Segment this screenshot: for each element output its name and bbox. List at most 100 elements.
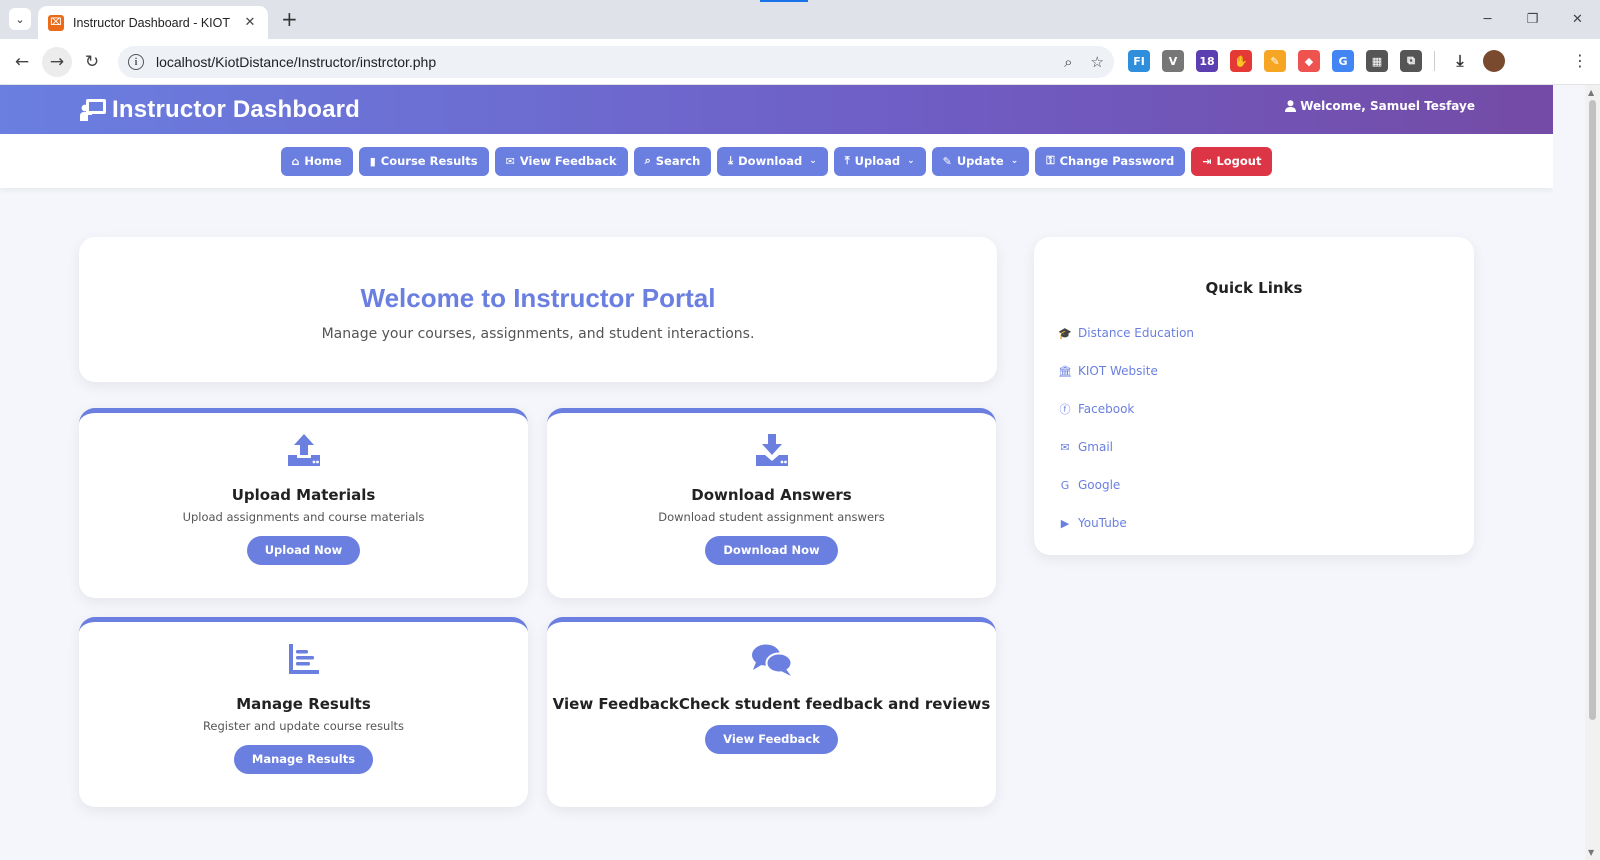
new-tab-button[interactable]: + <box>281 9 298 29</box>
download-now-button[interactable]: Download Now <box>705 536 838 565</box>
welcome-subtitle: Manage your courses, assignments, and st… <box>321 326 755 342</box>
nav-logout-button[interactable]: ⇥ Logout <box>1191 146 1273 176</box>
quick-link-distance-education[interactable]: 🎓 Distance Education <box>1058 314 1474 352</box>
gmail-icon: ✉ <box>1060 440 1070 454</box>
downloads-icon[interactable]: ⤓ <box>1449 50 1471 72</box>
window-controls: ─ ❐ ✕ <box>1465 0 1600 39</box>
extensions-row: FI V 18 ✋ ✎ ◆ G ▦ ⧉ ⤓ <box>1128 50 1517 72</box>
tab-search-button[interactable]: ⌄ <box>9 8 31 30</box>
nav-label: Upload <box>854 154 901 168</box>
chalkboard-teacher-icon <box>80 99 106 121</box>
main-nav: ⌂ Home ▮ Course Results ✉ View Feedback ⌕ Searc… <box>0 134 1553 188</box>
ext-fi-icon[interactable]: FI <box>1128 50 1150 72</box>
quick-link-kiot-website[interactable]: 🏛 KIOT Website <box>1058 352 1474 390</box>
view-feedback-icon: ✉ <box>505 154 515 168</box>
upload-materials-card: Upload Materials Upload assignments and … <box>79 408 528 598</box>
back-arrow-icon[interactable]: ← <box>7 47 37 77</box>
quick-link-youtube[interactable]: ▶ YouTube <box>1058 504 1474 542</box>
bookmark-star-icon[interactable]: ☆ <box>1091 53 1104 71</box>
update-icon: ✎ <box>942 154 952 168</box>
ext-puzzle-icon[interactable]: ⧉ <box>1400 50 1422 72</box>
nav-label: Update <box>956 154 1004 168</box>
quick-link-google[interactable]: G Google <box>1058 466 1474 504</box>
reload-icon[interactable]: ↻ <box>77 47 107 77</box>
profile-avatar[interactable] <box>1483 50 1505 72</box>
ext-brush-icon[interactable]: ✎ <box>1264 50 1286 72</box>
forward-arrow-icon[interactable]: → <box>42 47 72 77</box>
nav-update-button[interactable]: ✎ Update ⌄ <box>931 146 1030 176</box>
distance-education-icon: 🎓 <box>1058 326 1072 340</box>
card-description: Upload assignments and course materials <box>182 510 425 524</box>
dashboard-header: Instructor Dashboard Welcome, Samuel Tes… <box>0 85 1553 134</box>
welcome-user: Welcome, Samuel Tesfaye <box>1285 99 1475 113</box>
tab-strip-indicator <box>760 0 808 2</box>
quick-links-list: 🎓 Distance Education 🏛 KIOT Website ⓕ Faceboo… <box>1034 314 1474 542</box>
toolbar-separator <box>1434 51 1435 71</box>
scroll-up-icon[interactable]: ▲ <box>1588 88 1594 97</box>
browser-tab-bar: ⌄ ⌧ Instructor Dashboard - KIOT ✕ + ─ ❐ … <box>0 0 1600 39</box>
quick-link-facebook[interactable]: ⓕ Facebook <box>1058 390 1474 428</box>
nav-course-results-button[interactable]: ▮ Course Results <box>358 146 489 176</box>
comments-icon <box>751 644 792 676</box>
nav-label: Change Password <box>1059 154 1175 168</box>
view-feedback-button[interactable]: View Feedback <box>705 725 838 754</box>
nav-view-feedback-button[interactable]: ✉ View Feedback <box>494 146 628 176</box>
brand: Instructor Dashboard <box>79 96 360 124</box>
card-title: View FeedbackCheck student feedback and … <box>552 695 991 713</box>
card-description: Download student assignment answers <box>658 510 885 524</box>
quick-links-title: Quick Links <box>1205 279 1303 297</box>
nav-change-password-button[interactable]: ⚿ Change Password <box>1035 146 1186 176</box>
ext-shield-icon[interactable]: ◆ <box>1298 50 1320 72</box>
minimize-icon[interactable]: ─ <box>1465 0 1510 39</box>
welcome-text: Welcome, Samuel Tesfaye <box>1300 99 1475 113</box>
zoom-icon[interactable]: ⌕ <box>1064 53 1072 71</box>
card-title: Upload Materials <box>231 486 376 504</box>
manage-results-card: Manage Results Register and update cours… <box>79 617 528 807</box>
restore-icon[interactable]: ❐ <box>1510 0 1555 39</box>
kiot-website-icon: 🏛 <box>1058 364 1072 378</box>
tab-close-icon[interactable]: ✕ <box>242 15 258 30</box>
nav-label: Search <box>655 154 701 168</box>
change-password-icon: ⚿ <box>1046 154 1055 167</box>
quick-link-label: Google <box>1078 478 1121 492</box>
ext-hand-icon[interactable]: ✋ <box>1230 50 1252 72</box>
ext-v-icon[interactable]: V <box>1162 50 1184 72</box>
welcome-heading: Welcome to Instructor Portal <box>360 283 716 313</box>
nav-download-button[interactable]: ⤓ Download ⌄ <box>717 146 828 176</box>
nav-upload-button[interactable]: ⤒ Upload ⌄ <box>833 146 926 176</box>
nav-search-button[interactable]: ⌕ Search <box>633 146 712 176</box>
tab-title: Instructor Dashboard - KIOT <box>73 15 231 30</box>
card-description: Register and update course results <box>202 719 405 733</box>
dashboard-title: Instructor Dashboard <box>112 96 361 123</box>
url-text[interactable]: localhost/KiotDistance/Instructor/instrc… <box>156 54 1046 70</box>
nav-home-button[interactable]: ⌂ Home <box>280 146 353 176</box>
search-icon: ⌕ <box>644 154 651 167</box>
manage-results-button[interactable]: Manage Results <box>233 745 374 774</box>
site-info-icon[interactable]: i <box>128 54 144 70</box>
facebook-icon: ⓕ <box>1059 403 1071 416</box>
ext-translate-icon[interactable]: G <box>1332 50 1354 72</box>
chevron-down-icon: ⌄ <box>907 156 915 166</box>
quick-link-label: Distance Education <box>1078 326 1195 340</box>
course-results-icon: ▮ <box>369 154 376 168</box>
nav-label: View Feedback <box>519 154 617 168</box>
google-icon: G <box>1060 478 1070 492</box>
address-bar[interactable]: i localhost/KiotDistance/Instructor/inst… <box>118 46 1114 78</box>
browser-menu-icon[interactable]: ⋮ <box>1572 51 1588 70</box>
scroll-thumb[interactable] <box>1589 100 1596 720</box>
ext-grad-icon[interactable]: 18 <box>1196 50 1218 72</box>
close-window-icon[interactable]: ✕ <box>1555 0 1600 39</box>
nav-label: Course Results <box>380 154 478 168</box>
card-title: Download Answers <box>691 486 852 504</box>
download-icon: ⤓ <box>728 154 734 167</box>
card-title: Manage Results <box>236 695 371 713</box>
scroll-down-icon[interactable]: ▼ <box>1588 848 1594 857</box>
ext-qr-icon[interactable]: ▦ <box>1366 50 1388 72</box>
page-scrollbar[interactable]: ▲ ▼ <box>1585 85 1600 860</box>
quick-links-panel: Quick Links 🎓 Distance Education 🏛 KIOT Web… <box>1034 237 1474 555</box>
upload-icon: ⤒ <box>844 154 850 167</box>
upload-now-button[interactable]: Upload Now <box>246 536 361 565</box>
quick-link-gmail[interactable]: ✉ Gmail <box>1058 428 1474 466</box>
download-icon <box>755 434 788 466</box>
browser-tab-active[interactable]: ⌧ Instructor Dashboard - KIOT ✕ <box>38 6 268 39</box>
